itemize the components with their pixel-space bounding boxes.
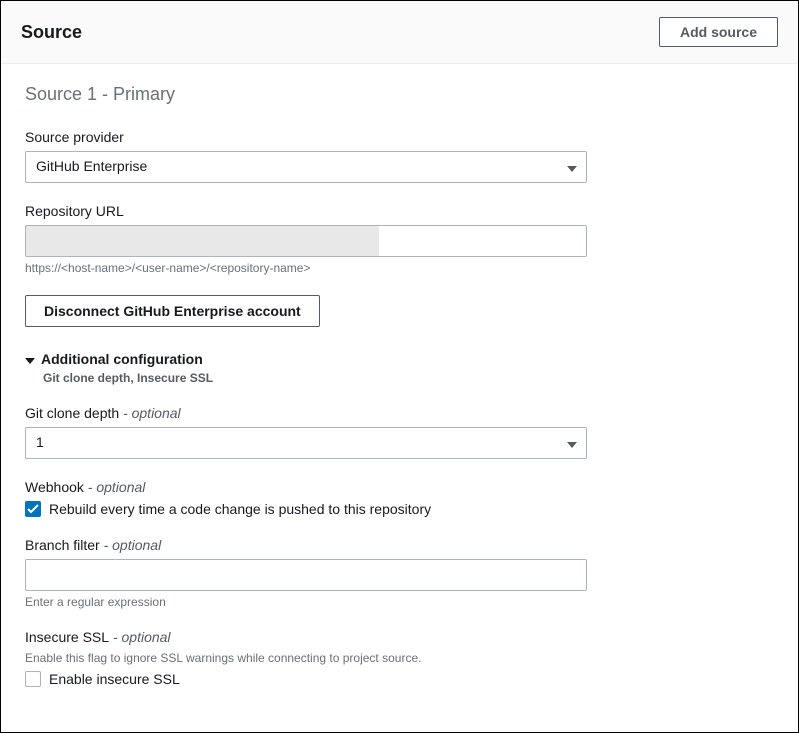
additional-config-title: Additional configuration [41,351,203,367]
webhook-checkbox-label: Rebuild every time a code change is push… [49,501,431,517]
clone-depth-select[interactable]: 1 [25,427,587,459]
repo-url-label: Repository URL [25,203,774,219]
caret-down-icon [25,351,35,367]
disconnect-field: Disconnect GitHub Enterprise account [25,295,774,327]
additional-config-toggle[interactable]: Additional configuration [25,351,774,367]
insecure-ssl-label: Insecure SSL - optional [25,629,774,645]
clone-depth-field: Git clone depth - optional 1 [25,405,774,459]
disconnect-button[interactable]: Disconnect GitHub Enterprise account [25,295,320,327]
webhook-checkbox[interactable] [25,501,41,517]
panel-title: Source [21,22,82,43]
insecure-ssl-checkbox[interactable] [25,671,41,687]
panel-content: Source 1 - Primary Source provider GitHu… [1,64,798,727]
repo-url-field: Repository URL https://<host-name>/<user… [25,203,774,275]
insecure-ssl-field: Insecure SSL - optional Enable this flag… [25,629,774,687]
branch-filter-label: Branch filter - optional [25,537,774,553]
source-panel: Source Add source Source 1 - Primary Sou… [0,0,799,733]
source-provider-field: Source provider GitHub Enterprise [25,129,774,183]
additional-config-section: Additional configuration Git clone depth… [25,351,774,385]
webhook-label: Webhook - optional [25,479,774,495]
branch-filter-input[interactable] [25,559,587,591]
panel-header: Source Add source [1,1,798,64]
branch-filter-field: Branch filter - optional Enter a regular… [25,537,774,609]
source-provider-select[interactable]: GitHub Enterprise [25,151,587,183]
source-provider-label: Source provider [25,129,774,145]
repo-url-help: https://<host-name>/<user-name>/<reposit… [25,261,774,275]
webhook-field: Webhook - optional Rebuild every time a … [25,479,774,517]
branch-filter-help: Enter a regular expression [25,595,774,609]
add-source-button[interactable]: Add source [659,17,778,47]
repo-url-input[interactable] [25,225,587,257]
additional-config-subtitle: Git clone depth, Insecure SSL [43,371,774,385]
insecure-ssl-checkbox-label: Enable insecure SSL [49,671,180,687]
source-subtitle: Source 1 - Primary [25,84,774,105]
insecure-ssl-help: Enable this flag to ignore SSL warnings … [25,651,774,665]
clone-depth-label: Git clone depth - optional [25,405,774,421]
